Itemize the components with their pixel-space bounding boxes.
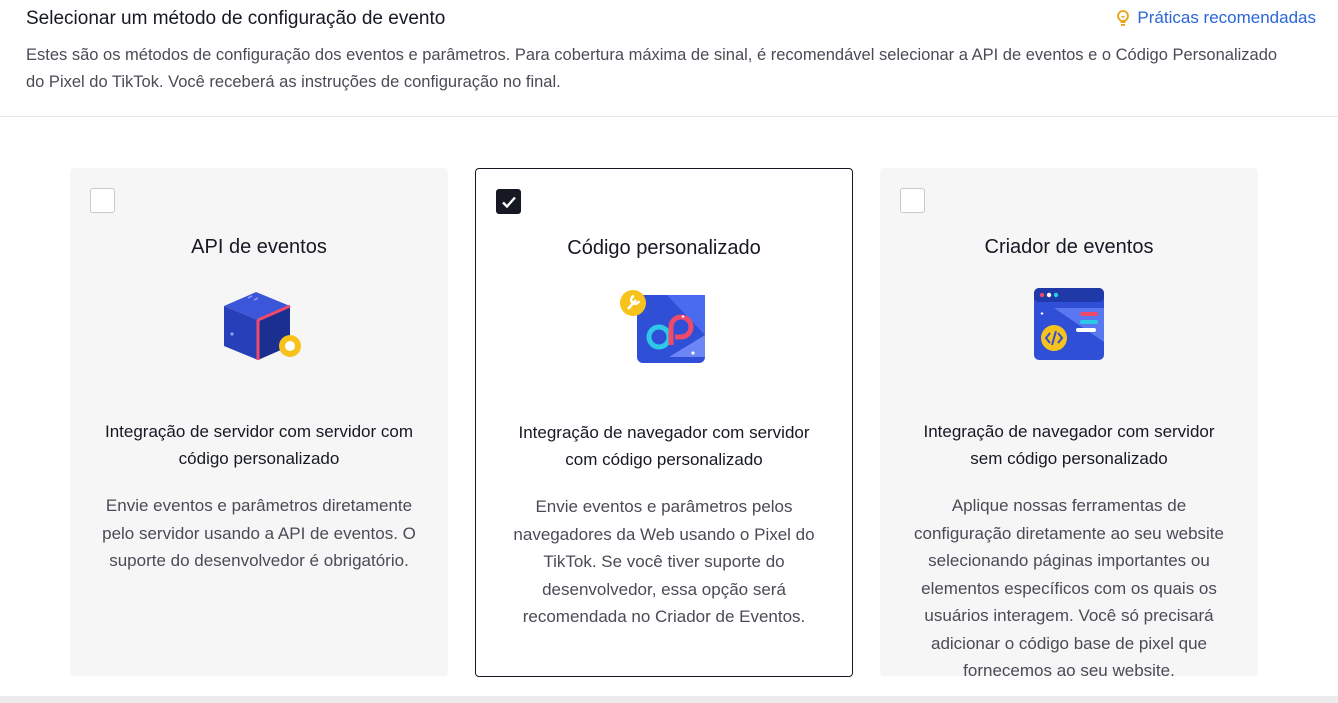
option-card-event-builder[interactable]: Criador de eventos Integração de navegad…: [880, 168, 1258, 676]
card-subtitle: Integração de navegador com servidor sem…: [923, 422, 1215, 468]
checkmark-icon: [502, 196, 516, 209]
card-title: Código personalizado: [567, 237, 761, 259]
events-api-cube-icon: [224, 292, 301, 360]
event-builder-checkbox[interactable]: [900, 188, 925, 213]
bottom-divider: [0, 696, 1338, 703]
option-card-events-api[interactable]: API de eventos Integração de servidor co…: [70, 168, 448, 676]
card-title: Criador de eventos: [984, 236, 1154, 258]
best-practices-label[interactable]: Práticas recomendadas: [1137, 8, 1316, 28]
custom-code-checkbox[interactable]: [496, 189, 521, 214]
page-description: Estes são os métodos de configuração dos…: [26, 46, 1278, 91]
custom-code-icon: [620, 290, 705, 363]
card-description: Envie eventos e parâmetros diretamente p…: [102, 496, 416, 570]
card-description: Envie eventos e parâmetros pelos navegad…: [513, 497, 815, 626]
page-title: Selecionar um método de configuração de …: [26, 8, 446, 29]
events-api-checkbox[interactable]: [90, 188, 115, 213]
card-title: API de eventos: [191, 236, 327, 258]
card-subtitle: Integração de navegador com servidor com…: [518, 423, 810, 469]
card-subtitle: Integração de servidor com servidor com …: [104, 422, 414, 468]
card-description: Aplique nossas ferramentas de configuraç…: [914, 496, 1224, 676]
option-card-custom-code[interactable]: Código personalizado Integração de naveg…: [475, 168, 853, 677]
page-header: Selecionar um método de configuração de …: [0, 0, 1338, 117]
lightbulb-icon: [1117, 10, 1130, 26]
event-builder-icon: [1034, 288, 1104, 360]
best-practices-link[interactable]: Práticas recomendadas: [1115, 8, 1316, 28]
